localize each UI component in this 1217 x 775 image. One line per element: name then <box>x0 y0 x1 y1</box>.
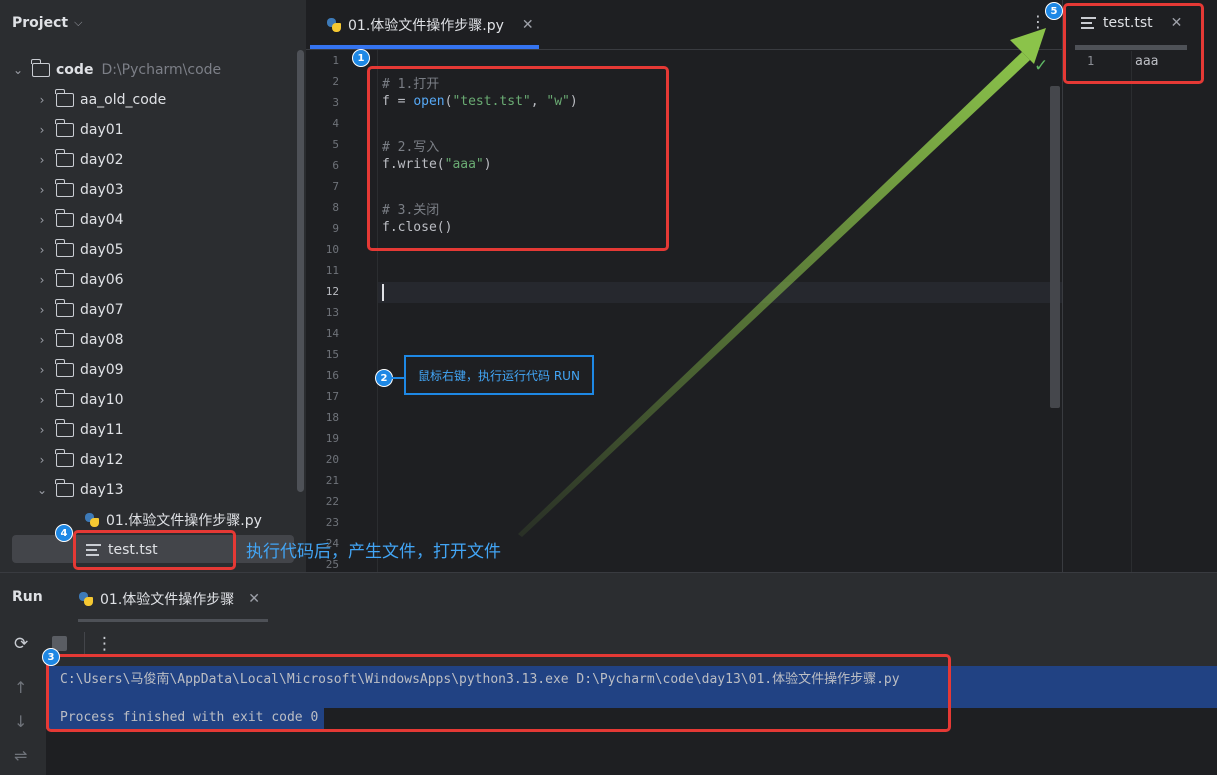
step-badge-3: 3 <box>42 648 60 666</box>
pycharm-window: Project ⌵ ⌄ code D:\Pycharm\code › aa_old… <box>0 0 1217 775</box>
annotation-caption: 执行代码后，产生文件，打开文件 <box>246 542 501 562</box>
step-badge-4: 4 <box>55 524 73 542</box>
highlight-file-box <box>73 530 236 570</box>
highlight-console-box <box>46 654 951 732</box>
highlight-tab-box <box>1063 3 1204 84</box>
note-connector <box>391 377 404 379</box>
annotation-note: 鼠标右键，执行运行代码 RUN <box>404 355 594 395</box>
step-badge-1: 1 <box>352 49 370 67</box>
highlight-code-box <box>367 66 669 251</box>
step-badge-5: 5 <box>1045 2 1063 20</box>
